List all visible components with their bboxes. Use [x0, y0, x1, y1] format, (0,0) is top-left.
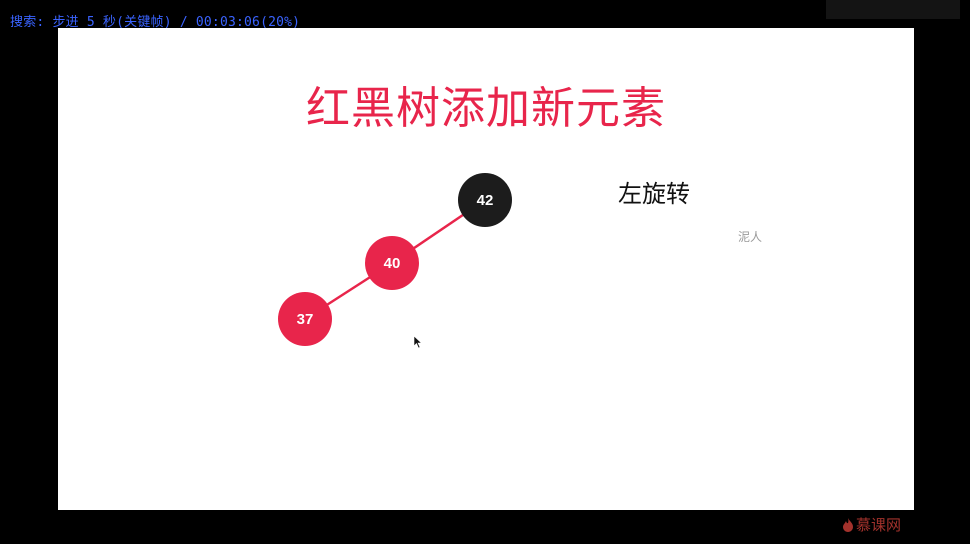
flame-icon: [843, 517, 853, 532]
slide-frame: 红黑树添加新元素 42 40 37 左旋转 泥人: [58, 28, 914, 510]
brand-logo: 慕课网: [842, 514, 901, 535]
watermark-text: 泥人: [738, 230, 763, 244]
tree-node-40: 40: [365, 236, 419, 290]
top-right-control-bar: [826, 0, 960, 19]
mouse-cursor-icon: [413, 335, 423, 349]
rotation-label: 左旋转: [618, 180, 690, 208]
tree-node-42: 42: [458, 173, 512, 227]
tree-node-37: 37: [278, 292, 332, 346]
logo-text: 慕课网: [856, 516, 902, 534]
tree-edges: [304, 198, 486, 321]
